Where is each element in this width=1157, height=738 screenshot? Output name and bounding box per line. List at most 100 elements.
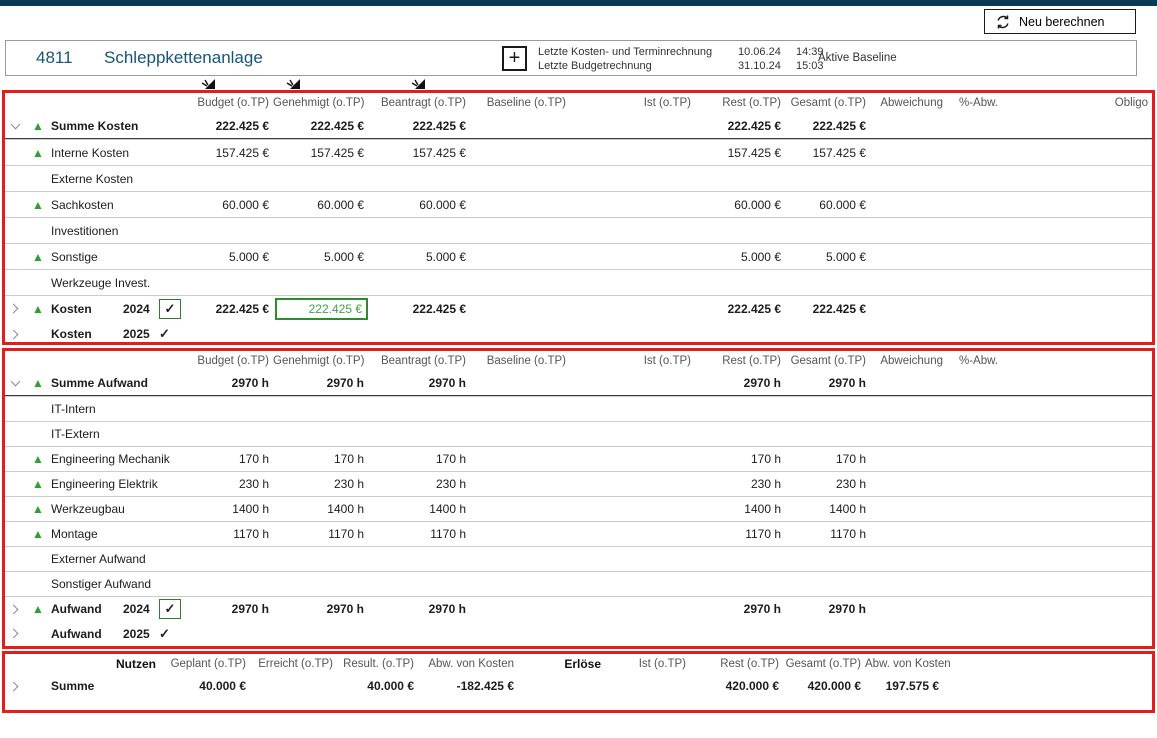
row-label: Kosten — [51, 327, 123, 341]
value-cell: -182.425 € — [418, 679, 518, 693]
row-label: IT-Extern — [51, 427, 185, 441]
value-cell: 60.000 € — [185, 198, 273, 212]
table-row: ▲Sachkosten60.000 €60.000 €60.000 €60.00… — [5, 191, 1152, 217]
expand-chevron-icon[interactable] — [5, 597, 25, 621]
table-row: ▲Interne Kosten157.425 €157.425 €157.425… — [5, 139, 1152, 165]
year-checkbox[interactable]: ✓ — [159, 599, 181, 619]
value-cell: 170 h — [273, 452, 368, 466]
table-row: ▲Engineering Elektrik230 h230 h230 h230 … — [5, 471, 1152, 496]
value-cell: 222.425 € — [273, 119, 368, 133]
row-label: Kosten — [51, 302, 123, 316]
row-label-cell: ▲Sachkosten — [25, 192, 185, 217]
value-cell: 230 h — [695, 477, 785, 491]
table-row: IT-Extern — [5, 421, 1152, 446]
trend-up-icon: ▲ — [25, 377, 51, 389]
table-row: Externe Kosten — [5, 165, 1152, 191]
column-header: Abw. von Kosten — [418, 658, 518, 670]
column-header: Ist (o.TP) — [570, 355, 695, 367]
value-cell: 222.425 € — [185, 119, 273, 133]
collapse-chevron-icon[interactable] — [5, 371, 25, 395]
trend-up-icon: ▲ — [25, 603, 51, 615]
column-header-row: Budget (o.TP)Genehmigt (o.TP)Beantragt (… — [5, 93, 1152, 113]
value-cell: 2970 h — [785, 376, 870, 390]
column-filter-pin-icon[interactable] — [410, 77, 426, 91]
project-header: 4811 Schleppkettenanlage + Letzte Kosten… — [5, 40, 1137, 76]
row-label: Aufwand — [51, 602, 123, 616]
expand-chevron-icon[interactable] — [5, 621, 25, 646]
row-label: Interne Kosten — [51, 146, 185, 160]
row-label-cell: ▲Summe Kosten — [25, 113, 185, 138]
value-cell[interactable]: 222.425 € — [275, 298, 368, 320]
table-row: ▲Sonstige5.000 €5.000 €5.000 €5.000 €5.0… — [5, 243, 1152, 269]
column-header: Budget (o.TP) — [185, 355, 273, 367]
column-header: %-Abw. — [947, 355, 1002, 367]
value-cell: 2970 h — [185, 602, 273, 616]
year-checkbox[interactable]: ✓ — [159, 299, 181, 319]
expander-spacer — [5, 472, 25, 496]
row-label-cell: Kosten2025✓ — [25, 321, 185, 347]
value-cell: 157.425 € — [368, 146, 470, 160]
row-label-cell: ▲Summe Aufwand — [25, 371, 185, 395]
value-cell: 222.425 € — [695, 302, 785, 316]
expand-chevron-icon[interactable] — [5, 674, 25, 698]
value-cell: 157.425 € — [273, 146, 368, 160]
expand-chevron-icon[interactable] — [5, 321, 25, 347]
value-cell: 197.575 € — [865, 679, 943, 693]
expander-spacer — [5, 397, 25, 421]
expand-chevron-icon[interactable] — [5, 296, 25, 321]
column-header: Erlöse — [518, 657, 605, 671]
column-header-row: Budget (o.TP)Genehmigt (o.TP)Beantragt (… — [5, 351, 1152, 371]
column-header: Ist (o.TP) — [605, 658, 690, 670]
trend-up-icon: ▲ — [25, 120, 51, 132]
value-cell: 40.000 € — [337, 679, 418, 693]
column-filter-pin-icon[interactable] — [200, 77, 216, 91]
row-label: Sachkosten — [51, 198, 185, 212]
row-label-cell: ▲Kosten2024✓ — [25, 296, 185, 321]
table-row: Werkzeuge Invest. — [5, 269, 1152, 295]
value-cell: 170 h — [368, 452, 470, 466]
column-header: Abweichung — [870, 355, 947, 367]
value-cell: 230 h — [185, 477, 273, 491]
value-cell: 2970 h — [273, 602, 368, 616]
value-cell: 230 h — [273, 477, 368, 491]
column-header: Genehmigt (o.TP) — [273, 355, 368, 367]
expand-plus-icon[interactable]: + — [502, 46, 527, 71]
value-cell: 2970 h — [185, 376, 273, 390]
row-label-cell: Externer Aufwand — [25, 547, 185, 571]
expander-spacer — [5, 270, 25, 295]
last-budget-calc-date: 31.10.24 — [738, 59, 796, 73]
value-cell: 1400 h — [185, 502, 273, 516]
value-cell: 230 h — [368, 477, 470, 491]
value-cell: 5.000 € — [185, 250, 273, 264]
row-label: Aufwand — [51, 627, 123, 641]
recalculate-button[interactable]: Neu berechnen — [984, 9, 1136, 34]
year-checkmark-icon[interactable]: ✓ — [159, 626, 185, 642]
trend-up-icon: ▲ — [25, 251, 51, 263]
value-cell: 2970 h — [368, 376, 470, 390]
year-checkmark-icon[interactable]: ✓ — [159, 326, 185, 342]
table-row: IT-Intern — [5, 396, 1152, 421]
column-header: Genehmigt (o.TP) — [273, 97, 368, 109]
row-label: Summe — [51, 679, 160, 693]
expander-spacer — [5, 218, 25, 243]
value-cell: 1400 h — [785, 502, 870, 516]
value-cell: 222.425 € — [785, 119, 870, 133]
table-row: Sonstiger Aufwand — [5, 571, 1152, 596]
row-label: Werkzeuge Invest. — [51, 276, 185, 290]
row-label-cell: ▲Sonstige — [25, 244, 185, 269]
row-label-cell: Summe — [25, 674, 160, 698]
row-label-cell: ▲Interne Kosten — [25, 140, 185, 165]
table-row: Kosten2025✓ — [5, 321, 1152, 347]
column-header: Gesamt (o.TP) — [785, 355, 870, 367]
trend-up-icon: ▲ — [25, 303, 51, 315]
table-row: ▲Engineering Mechanik170 h170 h170 h170 … — [5, 446, 1152, 471]
expander-spacer — [5, 422, 25, 446]
row-label: Sonstiger Aufwand — [51, 577, 185, 591]
row-label: Engineering Elektrik — [51, 477, 185, 491]
table-row: Aufwand2025✓ — [5, 621, 1152, 646]
collapse-chevron-icon[interactable] — [5, 113, 25, 138]
table-row: ▲Kosten2024✓222.425 €222.425 €222.425 €2… — [5, 295, 1152, 321]
column-filter-pin-icon[interactable] — [285, 77, 301, 91]
value-cell: 222.425 € — [785, 302, 870, 316]
table-row: ▲Montage1170 h1170 h1170 h1170 h1170 h — [5, 521, 1152, 546]
